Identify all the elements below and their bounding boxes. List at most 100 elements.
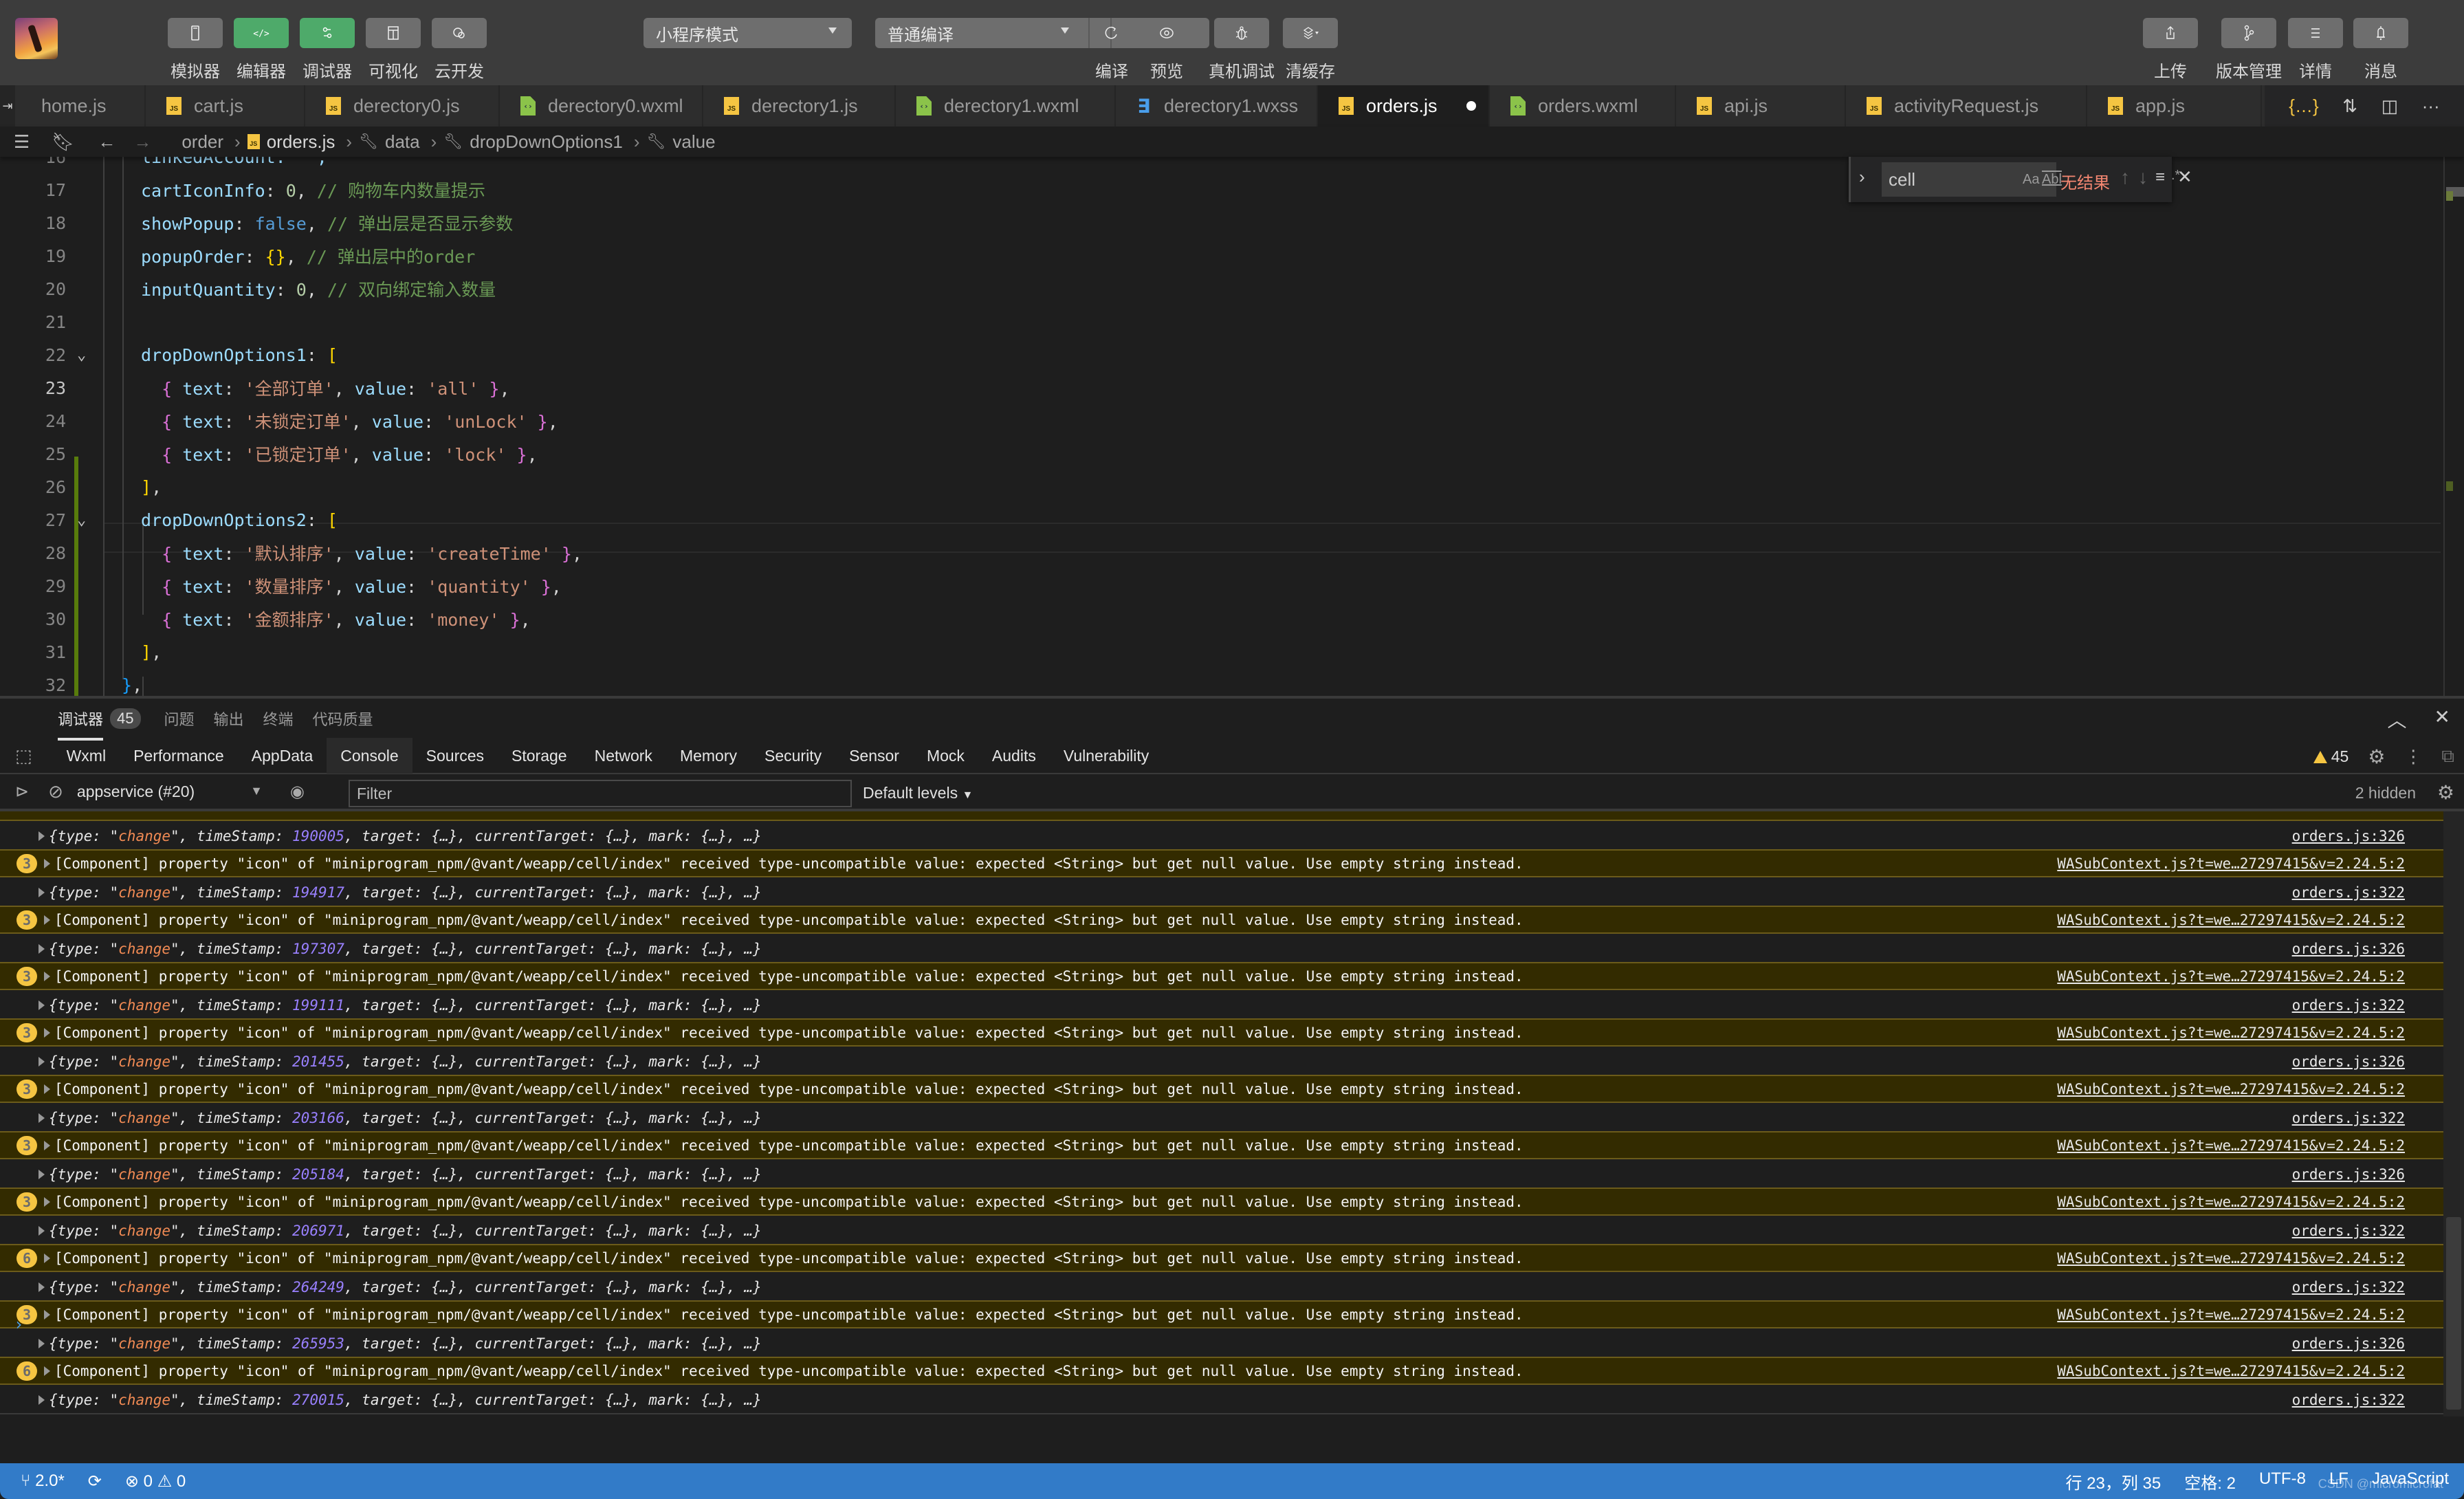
- source-link[interactable]: orders.js:322: [2292, 1223, 2405, 1239]
- expand-triangle-icon[interactable]: [38, 887, 45, 897]
- console-log-row[interactable]: {type: "change", timeStamp: 265953, targ…: [0, 1328, 2443, 1357]
- sidebar-toggle-icon[interactable]: ⊳: [15, 782, 29, 802]
- messages-button[interactable]: 消息: [2353, 18, 2408, 82]
- source-link[interactable]: WASubContext.js?t=we…27297415&v=2.24.5:2: [2057, 1250, 2405, 1267]
- clear-console-icon[interactable]: ⊘: [48, 781, 63, 802]
- source-link[interactable]: orders.js:322: [2292, 884, 2405, 901]
- devtools-tab-mock[interactable]: Mock: [913, 738, 978, 774]
- expand-triangle-icon[interactable]: [38, 1113, 45, 1123]
- warning-counter[interactable]: 45: [2313, 747, 2348, 766]
- console-warning-row[interactable]: 3 [Component] property "icon" of "minipro…: [0, 1131, 2443, 1159]
- preview-button[interactable]: 预览: [1139, 18, 1194, 82]
- expand-triangle-icon[interactable]: [38, 1282, 45, 1292]
- tab-derectory1-wxss[interactable]: ∃ derectory1.wxss: [1116, 85, 1318, 127]
- mode-select[interactable]: 小程序模式: [644, 18, 852, 48]
- more-actions-icon[interactable]: ···: [2422, 96, 2440, 117]
- arrow-up-icon[interactable]: ↑: [2120, 166, 2130, 188]
- expand-triangle-icon[interactable]: [38, 1056, 45, 1066]
- problems-status[interactable]: ⊗ 0 ⚠ 0: [125, 1471, 186, 1491]
- source-link[interactable]: WASubContext.js?t=we…27297415&v=2.24.5:2: [2057, 1137, 2405, 1154]
- source-link[interactable]: WASubContext.js?t=we…27297415&v=2.24.5:2: [2057, 968, 2405, 985]
- devtools-tab-vulnerability[interactable]: Vulnerability: [1050, 738, 1163, 774]
- source-link[interactable]: orders.js:326: [2292, 1166, 2405, 1183]
- tab-derectory1-wxml[interactable]: ‹› derectory1.wxml: [896, 85, 1116, 127]
- arrow-down-icon[interactable]: ↓: [2138, 166, 2148, 188]
- panel-tab-terminal[interactable]: 终端: [263, 708, 294, 730]
- tab-derectory1-js[interactable]: JS derectory1.js: [703, 85, 896, 127]
- git-branch-status[interactable]: ⑂ 2.0*: [21, 1471, 65, 1491]
- expand-triangle-icon[interactable]: [38, 1394, 45, 1405]
- console-log-row[interactable]: {type: "change", timeStamp: 264249, targ…: [0, 1272, 2443, 1300]
- console-warning-row[interactable]: 3 [Component] property "icon" of "minipro…: [0, 962, 2443, 990]
- source-link[interactable]: WASubContext.js?t=we…27297415&v=2.24.5:2: [2057, 855, 2405, 872]
- remote-debug-button[interactable]: 真机调试: [1209, 18, 1275, 82]
- expand-triangle-icon[interactable]: [44, 1084, 50, 1094]
- breadcrumb-item-file[interactable]: JS orders.js: [247, 131, 335, 153]
- expand-triangle-icon[interactable]: [44, 1027, 50, 1038]
- expand-triangle-icon[interactable]: [38, 1225, 45, 1236]
- details-button[interactable]: 详情: [2288, 18, 2343, 82]
- tab-derectory0-wxml[interactable]: ‹› derectory0.wxml: [500, 85, 703, 127]
- sync-icon[interactable]: ⟳: [88, 1471, 102, 1491]
- expand-triangle-icon[interactable]: [44, 1309, 50, 1320]
- inspect-element-icon[interactable]: ⬚: [15, 745, 32, 767]
- console-prompt[interactable]: ›: [14, 1315, 23, 1334]
- source-link[interactable]: WASubContext.js?t=we…27297415&v=2.24.5:2: [2057, 912, 2405, 928]
- tab-cart-js[interactable]: JS cart.js: [146, 85, 305, 127]
- json-braces-icon[interactable]: {…}: [2289, 96, 2318, 117]
- expand-triangle-icon[interactable]: [44, 1366, 50, 1376]
- expand-triangle-icon[interactable]: [38, 943, 45, 954]
- expand-triangle-icon[interactable]: [44, 858, 50, 868]
- console-log-row[interactable]: {type: "change", timeStamp: 197307, targ…: [0, 934, 2443, 962]
- version-control-button[interactable]: 版本管理: [2216, 18, 2282, 82]
- console-log-row[interactable]: {type: "change", timeStamp: 206971, targ…: [0, 1216, 2443, 1244]
- fold-chevron-icon[interactable]: ⌄: [77, 512, 86, 529]
- maximize-panel-icon[interactable]: ︿: [2388, 705, 2407, 733]
- console-warning-row[interactable]: 3 [Component] property "icon" of "minipro…: [0, 1075, 2443, 1103]
- debugger-toggle[interactable]: 调试器: [300, 18, 355, 82]
- cloud-dev-button[interactable]: 云开发: [432, 18, 487, 82]
- breadcrumb-item-dropdownoptions1[interactable]: 🔧︎ dropDownOptions1: [443, 131, 623, 153]
- console-context-select[interactable]: appservice (#20) ▼: [77, 783, 263, 801]
- tab-home-js[interactable]: home.js: [15, 85, 146, 127]
- forward-arrow-icon[interactable]: →: [133, 131, 151, 153]
- devtools-tab-network[interactable]: Network: [581, 738, 666, 774]
- expand-triangle-icon[interactable]: [44, 1140, 50, 1150]
- panel-tab-output[interactable]: 输出: [214, 708, 244, 730]
- console-warning-row[interactable]: 3 [Component] property "icon" of "minipro…: [0, 906, 2443, 934]
- simulator-toggle[interactable]: 模拟器: [168, 18, 223, 82]
- outline-list-icon[interactable]: ☰: [14, 131, 30, 153]
- source-link[interactable]: WASubContext.js?t=we…27297415&v=2.24.5:2: [2057, 1306, 2405, 1323]
- live-expression-eye-icon[interactable]: ◉: [290, 782, 305, 802]
- clear-cache-button[interactable]: 清缓存: [1283, 18, 1338, 82]
- source-link[interactable]: orders.js:326: [2292, 1335, 2405, 1352]
- console-warning-row[interactable]: 6 [Component] property "icon" of "minipro…: [0, 1244, 2443, 1272]
- console-warning-row[interactable]: 3 [Component] property "icon" of "minipro…: [0, 1300, 2443, 1328]
- devtools-tab-performance[interactable]: Performance: [120, 738, 238, 774]
- source-link[interactable]: WASubContext.js?t=we…27297415&v=2.24.5:2: [2057, 1025, 2405, 1041]
- close-panel-icon[interactable]: ✕: [2434, 705, 2450, 733]
- tab-app-js[interactable]: JS app.js: [2087, 85, 2262, 127]
- split-editor-icon[interactable]: ◫: [2382, 96, 2399, 117]
- panel-tab-problems[interactable]: 问题: [164, 708, 195, 730]
- unsaved-dot-icon[interactable]: [1466, 101, 1476, 111]
- user-avatar[interactable]: [15, 18, 58, 59]
- devtools-tab-audits[interactable]: Audits: [978, 738, 1050, 774]
- editor-scrollbar[interactable]: [2443, 157, 2464, 696]
- devtools-tab-storage[interactable]: Storage: [498, 738, 581, 774]
- tab-derectory0-js[interactable]: JS derectory0.js: [305, 85, 500, 127]
- expand-triangle-icon[interactable]: [44, 1196, 50, 1207]
- console-log-row[interactable]: {type: "change", timeStamp: 194917, targ…: [0, 877, 2443, 906]
- console-scrollbar[interactable]: [2443, 811, 2464, 1416]
- devtools-tab-security[interactable]: Security: [751, 738, 835, 774]
- console-settings-gear-icon[interactable]: ⚙: [2437, 781, 2454, 804]
- console-log-row[interactable]: {type: "change", timeStamp: 201455, targ…: [0, 1047, 2443, 1075]
- expand-triangle-icon[interactable]: [38, 1000, 45, 1010]
- tab-api-js[interactable]: JS api.js: [1676, 85, 1846, 127]
- console-log-row[interactable]: {type: "change", timeStamp: 205184, targ…: [0, 1159, 2443, 1188]
- collapse-sidebar-icon[interactable]: ⇥: [0, 85, 15, 127]
- devtools-tab-sensor[interactable]: Sensor: [835, 738, 913, 774]
- cursor-position[interactable]: 行 23，列 35: [2066, 1469, 2162, 1493]
- fold-chevron-icon[interactable]: ⌄: [77, 347, 86, 364]
- tab-activityrequest-js[interactable]: JS activityRequest.js: [1846, 85, 2087, 127]
